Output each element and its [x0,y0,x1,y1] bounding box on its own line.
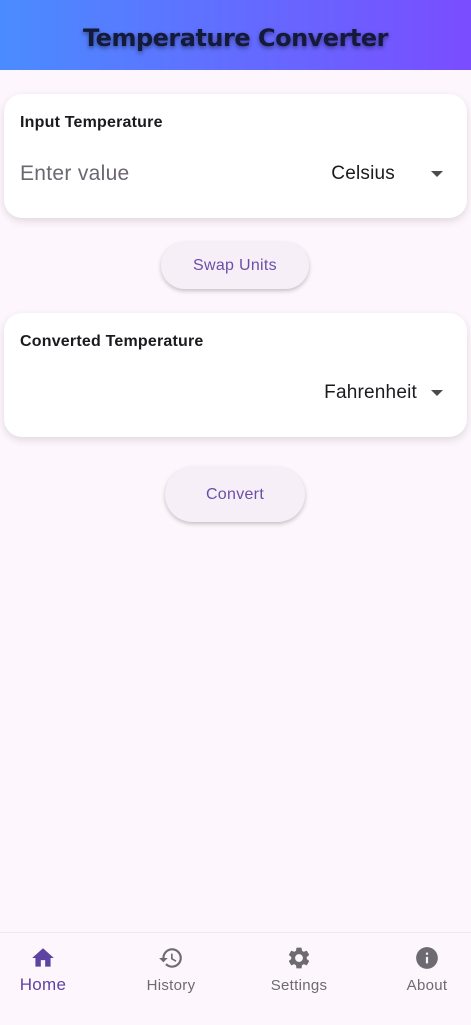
nav-item-settings[interactable]: Settings [244,933,354,1025]
gear-icon [286,945,312,971]
dropdown-caret-icon [431,390,443,396]
input-card-label: Input Temperature [20,114,163,131]
app-title: Temperature Converter [82,24,389,52]
dropdown-caret-icon [431,171,443,177]
nav-label-history: History [146,977,196,994]
nav-item-about[interactable]: About [372,933,471,1025]
to-unit-value: Fahrenheit [324,382,417,403]
from-unit-value: Celsius [331,163,395,184]
nav-item-home[interactable]: Home [0,933,98,1025]
output-card-label: Converted Temperature [20,333,204,350]
converted-value [20,377,280,409]
nav-label-about: About [406,977,448,994]
input-temperature-card: Input Temperature Celsius [4,94,467,218]
bottom-navigation: Home History Settings About [0,932,471,1025]
temperature-input[interactable] [20,158,280,190]
from-unit-dropdown[interactable]: Celsius [331,160,443,188]
convert-button[interactable]: Convert [165,467,305,522]
history-icon [158,945,184,971]
info-icon [414,945,440,971]
converted-temperature-card: Converted Temperature Fahrenheit [4,313,467,437]
nav-label-home: Home [19,975,67,994]
home-icon [30,945,56,971]
nav-item-history[interactable]: History [116,933,226,1025]
nav-label-settings: Settings [270,977,328,994]
to-unit-dropdown[interactable]: Fahrenheit [324,379,443,407]
swap-units-button[interactable]: Swap Units [161,242,309,289]
app-bar: Temperature Converter [0,0,471,70]
